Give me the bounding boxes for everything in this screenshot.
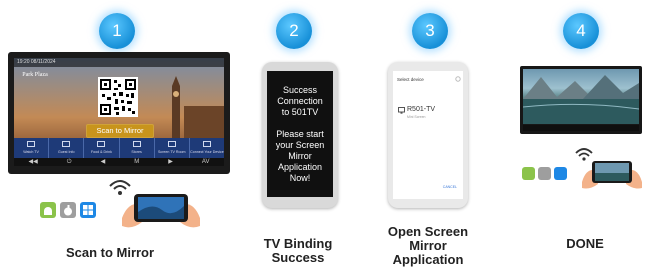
step-3-badge: 3 bbox=[412, 13, 448, 49]
device-item-subtitle: Mini Screen bbox=[407, 115, 426, 119]
prev-button[interactable]: ◀ bbox=[101, 158, 106, 166]
android-icon bbox=[40, 202, 56, 218]
step-4-badge: 4 bbox=[563, 13, 599, 49]
step-2-badge: 2 bbox=[276, 13, 312, 49]
tile-label: Connect Your Device bbox=[190, 150, 224, 154]
store-icon bbox=[132, 141, 141, 147]
next-button[interactable]: ▶ bbox=[168, 158, 173, 166]
tile-label: Screen TV Room bbox=[158, 150, 186, 154]
room-icon bbox=[167, 141, 176, 147]
windows-icon bbox=[554, 167, 567, 180]
apple-icon bbox=[538, 167, 551, 180]
info-icon bbox=[62, 141, 71, 147]
success-message: Success Connection to 501TV Please start… bbox=[267, 85, 333, 184]
step-1-badge: 1 bbox=[99, 13, 135, 49]
power-button[interactable]: ⏻ bbox=[67, 158, 72, 166]
mirrored-landscape bbox=[523, 69, 639, 124]
cancel-button[interactable]: CANCEL bbox=[443, 185, 457, 189]
msg-line: Application bbox=[277, 162, 323, 172]
msg-line: Now! bbox=[289, 173, 311, 183]
tile-connect-device[interactable]: Connect Your Device bbox=[190, 138, 224, 158]
tile-guest-info[interactable]: Guest Info bbox=[49, 138, 85, 158]
msg-line: Connection bbox=[277, 96, 323, 106]
tv-control-bar bbox=[523, 125, 639, 131]
phone-in-hands bbox=[122, 194, 200, 228]
tile-label: Stores bbox=[131, 150, 142, 154]
caption-tv-binding-success: TV Binding Success bbox=[248, 237, 348, 265]
phone-screen: Success Connection to 501TV Please start… bbox=[267, 71, 333, 197]
caption-text: Open Screen Mirror Application bbox=[387, 224, 469, 267]
tile-screen-tv-room[interactable]: Screen TV Room bbox=[155, 138, 190, 158]
tile-label: Watch TV bbox=[23, 150, 39, 154]
rewind-button[interactable]: ◀◀ bbox=[29, 158, 38, 166]
tile-stores[interactable]: Stores bbox=[120, 138, 155, 158]
food-icon bbox=[97, 141, 106, 147]
phone-step3: Select device R501-TV Mini Screen CANCEL bbox=[388, 62, 468, 208]
tv-home-screen: 19:20 08/11/2024 Park Plaza Scan to Mirr… bbox=[14, 58, 224, 166]
av-button[interactable]: AV bbox=[202, 158, 210, 166]
device-icon bbox=[202, 141, 211, 147]
qr-code bbox=[98, 77, 138, 117]
tv-control-bar: ◀◀ ⏻ ◀ M ▶ AV bbox=[14, 158, 224, 166]
tile-food-drink[interactable]: Food & Drink bbox=[84, 138, 120, 158]
landmark-silhouette bbox=[172, 76, 224, 138]
tv-icon bbox=[27, 141, 36, 147]
caption-done: DONE bbox=[566, 236, 604, 251]
tv-status-bar: 19:20 08/11/2024 bbox=[14, 58, 224, 67]
scan-to-mirror-button[interactable]: Scan to Mirror bbox=[86, 124, 154, 138]
windows-icon bbox=[80, 202, 96, 218]
tile-label: Guest Info bbox=[57, 150, 75, 154]
qr-code-pattern bbox=[100, 79, 136, 115]
msg-line: your Screen bbox=[275, 140, 325, 150]
tv-menu-tiles: Watch TV Guest Info Food & Drink Stores … bbox=[14, 138, 224, 158]
phone-in-hands bbox=[582, 161, 642, 189]
landscape-image bbox=[523, 75, 639, 124]
loading-icon bbox=[455, 76, 461, 82]
dialog-title: Select device bbox=[397, 77, 424, 82]
tile-watch-tv[interactable]: Watch TV bbox=[14, 138, 50, 158]
android-icon bbox=[522, 167, 535, 180]
caption-scan-to-mirror: Scan to Mirror bbox=[65, 245, 155, 260]
tv-screen-step4 bbox=[520, 66, 642, 134]
monitor-icon bbox=[398, 107, 405, 114]
caption-text: TV Binding Success bbox=[263, 236, 333, 265]
phone-step2: Success Connection to 501TV Please start… bbox=[262, 62, 338, 208]
msg-line: Mirror bbox=[288, 151, 312, 161]
tile-label: Food & Drink bbox=[90, 150, 112, 154]
hotel-logo: Park Plaza bbox=[22, 72, 48, 78]
caption-open-screen-mirror: Open Screen Mirror Application bbox=[378, 225, 478, 267]
apple-icon bbox=[60, 202, 76, 218]
msg-line: to 501TV bbox=[281, 107, 319, 117]
device-item-name[interactable]: R501-TV bbox=[407, 106, 435, 113]
phone-screen: Select device R501-TV Mini Screen CANCEL bbox=[393, 71, 463, 199]
menu-button[interactable]: M bbox=[134, 158, 139, 166]
tv-screen-step1: 19:20 08/11/2024 Park Plaza Scan to Mirr… bbox=[8, 52, 230, 174]
msg-line: Success bbox=[282, 85, 317, 95]
msg-line: Please start bbox=[276, 129, 324, 139]
msg-spacer bbox=[267, 118, 333, 129]
